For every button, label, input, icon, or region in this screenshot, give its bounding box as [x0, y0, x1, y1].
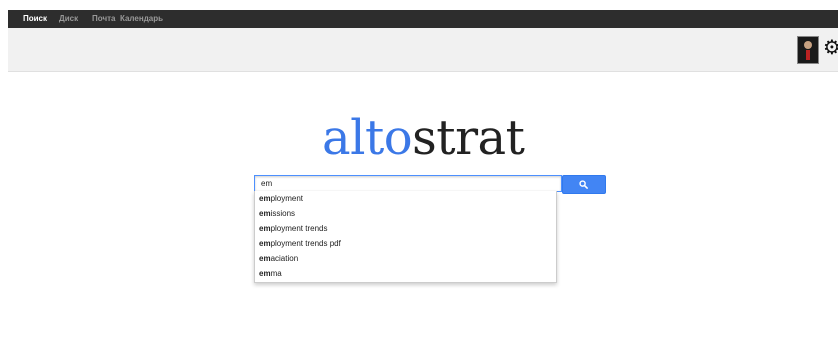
suggestion-item[interactable]: emaciation	[255, 251, 556, 266]
avatar-head	[804, 41, 812, 49]
suggestion-item[interactable]: employment trends	[255, 221, 556, 236]
logo: altostrat	[322, 110, 525, 166]
suggestion-rest: ma	[270, 269, 282, 278]
suggestion-match: em	[259, 254, 271, 263]
magnifier-icon	[579, 180, 588, 189]
nav-link-disk[interactable]: Диск	[59, 14, 78, 23]
autocomplete-dropdown: employment emissions employment trends e…	[254, 191, 557, 283]
gear-icon[interactable]: ⚙	[823, 38, 838, 58]
nav-link-calendar[interactable]: Календарь	[120, 14, 163, 23]
logo-part-strat: strat	[412, 110, 525, 166]
suggestion-item[interactable]: emissions	[255, 206, 556, 221]
search-button[interactable]	[562, 175, 606, 194]
suggestion-match: em	[259, 224, 271, 233]
avatar-body	[806, 50, 810, 60]
browser-page: Поиск Диск Почта Календарь ⚙ altostrat e…	[8, 10, 838, 337]
nav-link-search[interactable]: Поиск	[23, 14, 47, 23]
suggestion-match: em	[259, 194, 271, 203]
top-navigation-bar: Поиск Диск Почта Календарь	[8, 10, 838, 28]
search-input[interactable]: em	[254, 175, 562, 192]
suggestion-rest: aciation	[270, 254, 299, 263]
suggestion-item[interactable]: employment trends pdf	[255, 236, 556, 251]
suggestion-match: em	[259, 269, 271, 278]
suggestion-match: em	[259, 209, 271, 218]
header-bar: ⚙	[8, 28, 838, 72]
logo-part-alto: alto	[322, 110, 413, 166]
user-avatar[interactable]	[797, 36, 819, 64]
suggestion-item[interactable]: emma	[255, 266, 556, 281]
suggestion-rest: ployment trends	[270, 224, 328, 233]
nav-link-mail[interactable]: Почта	[92, 14, 115, 23]
suggestion-item[interactable]: employment	[255, 191, 556, 206]
suggestion-rest: ployment	[270, 194, 304, 203]
suggestion-rest: ployment trends pdf	[270, 239, 341, 248]
suggestion-rest: issions	[270, 209, 296, 218]
suggestion-match: em	[259, 239, 271, 248]
